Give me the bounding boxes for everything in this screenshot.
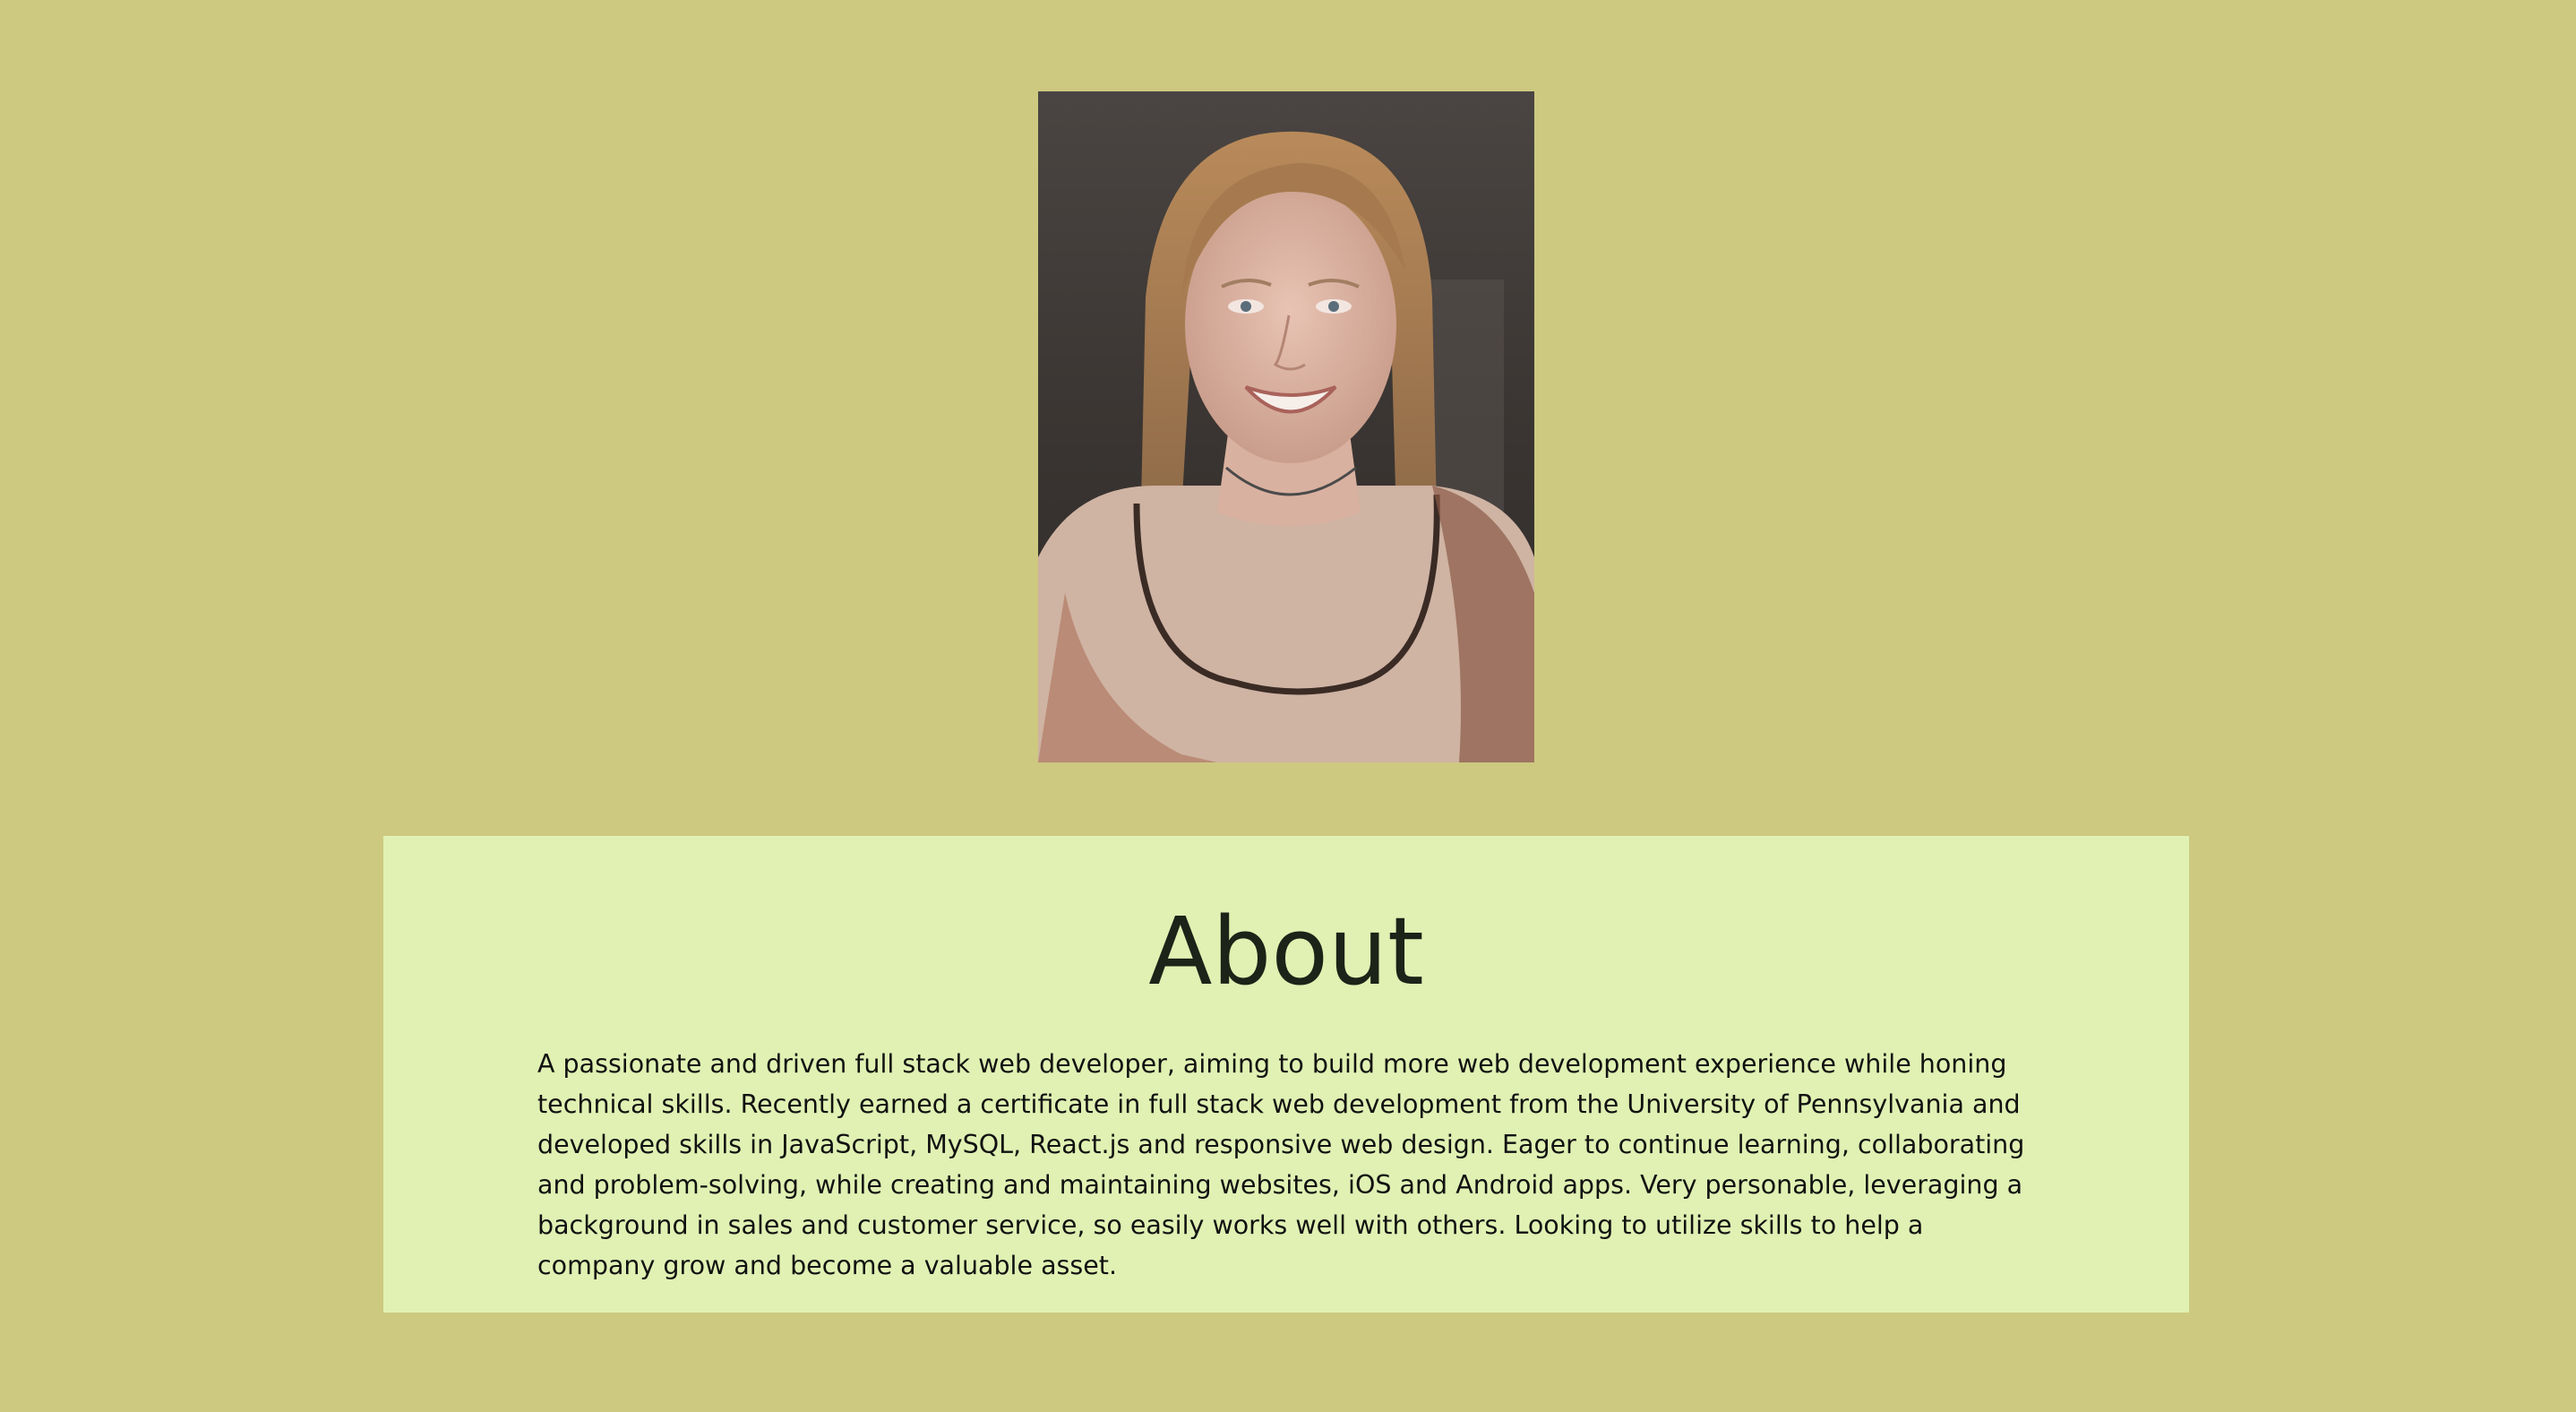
profile-photo: [1038, 91, 1534, 762]
portrait-illustration: [1038, 91, 1534, 762]
about-heading: About: [1148, 897, 1424, 1006]
about-paragraph: A passionate and driven full stack web d…: [537, 1049, 2025, 1280]
about-section: About A passionate and driven full stack…: [383, 836, 2189, 1313]
